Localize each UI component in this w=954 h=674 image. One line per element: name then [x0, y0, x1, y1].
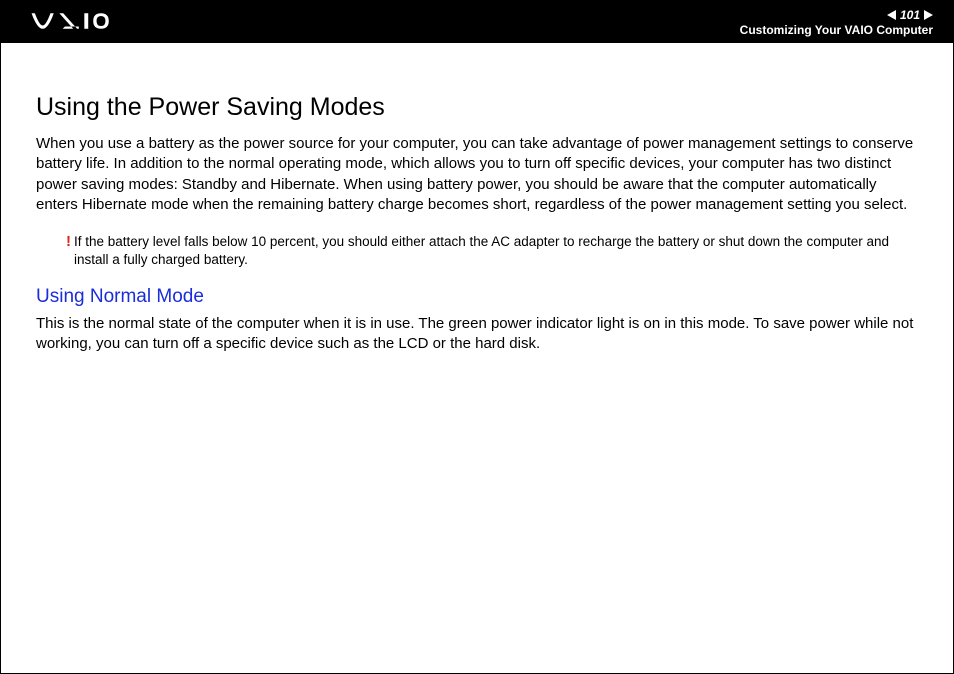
intro-paragraph: When you use a battery as the power sour… — [36, 134, 918, 215]
prev-page-icon[interactable] — [887, 10, 896, 20]
warning-icon: ! — [66, 233, 71, 268]
warning-text: If the battery level falls below 10 perc… — [74, 233, 918, 268]
main-heading: Using the Power Saving Modes — [36, 93, 918, 122]
header-bar: 101 Customizing Your VAIO Computer — [1, 1, 953, 43]
header-right: 101 Customizing Your VAIO Computer — [740, 8, 933, 37]
normal-mode-paragraph: This is the normal state of the computer… — [36, 314, 918, 355]
page-content: Using the Power Saving Modes When you us… — [1, 43, 953, 393]
warning-note: ! If the battery level falls below 10 pe… — [66, 233, 918, 268]
sub-heading-normal-mode: Using Normal Mode — [36, 286, 918, 308]
page-number: 101 — [900, 8, 920, 22]
vaio-logo-svg — [21, 11, 131, 31]
vaio-logo — [21, 6, 131, 38]
page-navigation: 101 — [887, 8, 933, 22]
next-page-icon[interactable] — [924, 10, 933, 20]
section-title: Customizing Your VAIO Computer — [740, 23, 933, 37]
